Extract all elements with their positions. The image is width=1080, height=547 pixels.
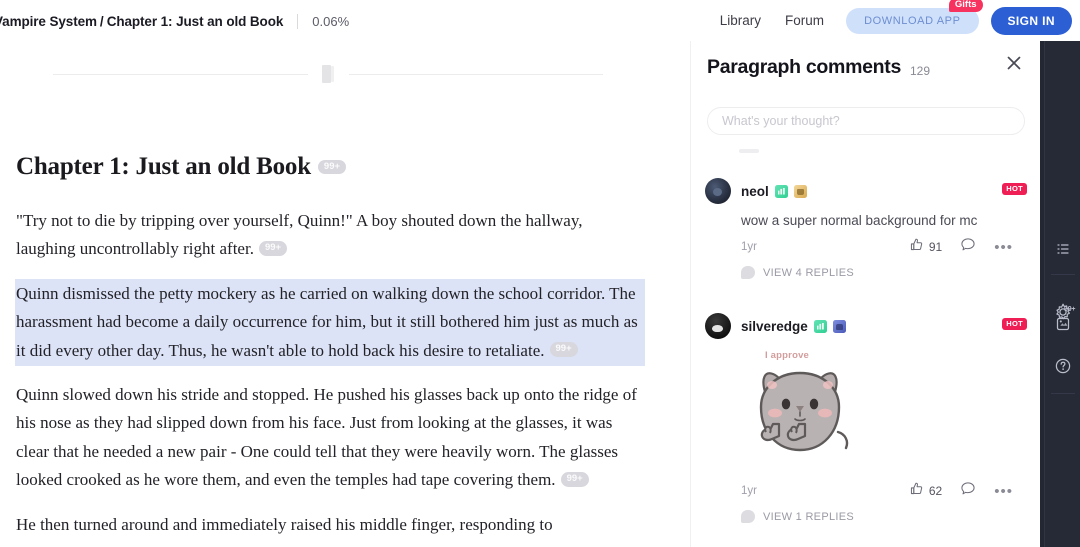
comment-timestamp: 1yr [741, 241, 757, 253]
reply-button[interactable] [960, 237, 976, 257]
user-badge-blue-icon [832, 319, 846, 333]
book-icon [321, 65, 335, 83]
comment-bubble-icon [960, 237, 976, 257]
download-app-wrapper: DOWNLOAD APP Gifts [846, 0, 983, 34]
replies-bubble-icon [741, 266, 755, 279]
view-replies-label: VIEW 4 REPLIES [763, 266, 855, 279]
paragraph-comments-panel: Paragraph comments 129 neol HOT wow a su [690, 41, 1040, 547]
replies-bubble-icon [741, 510, 755, 523]
comment-item: silveredge HOT I approve 1yr 62 ••• VIEW… [691, 312, 1040, 523]
paragraph-3-comment-badge[interactable]: 99+ [560, 472, 589, 487]
sticker-caption: I approve [765, 350, 810, 361]
comment-actions: 62 ••• [909, 481, 1013, 501]
breadcrumb-chapter-title[interactable]: Chapter 1: Just an old Book [107, 14, 284, 29]
comment-header: neol HOT [705, 177, 1027, 205]
help-circle-icon[interactable] [1051, 354, 1075, 378]
chapter-body: "Try not to die by tripping over yoursel… [16, 207, 644, 547]
reader-content: Chapter 1: Just an old Book 99+ "Try not… [0, 41, 690, 547]
header-actions: Library Forum DOWNLOAD APP Gifts SIGN IN [708, 0, 1072, 41]
breadcrumb-book-title[interactable]: Vampire System [0, 14, 97, 29]
chapter-list-icon[interactable] [1051, 237, 1075, 261]
paragraph-2[interactable]: Quinn dismissed the petty mockery as he … [16, 279, 644, 366]
comment-bubble-icon [960, 481, 976, 501]
close-icon[interactable] [1003, 52, 1025, 74]
view-replies-button[interactable]: VIEW 1 REPLIES [741, 510, 1027, 523]
user-badge-gold-icon [793, 184, 807, 198]
paragraph-4-text: He then turned around and immediately ra… [16, 514, 553, 534]
like-button[interactable]: 91 [909, 237, 942, 257]
paragraph-2-text: Quinn dismissed the petty mockery as he … [16, 283, 638, 360]
comment-header: silveredge HOT [705, 312, 1027, 340]
breadcrumb-vertical-divider [297, 14, 299, 29]
more-options-icon[interactable]: ••• [994, 484, 1013, 499]
chapter-top-divider [53, 65, 603, 83]
avatar[interactable] [705, 178, 731, 204]
comments-panel-header: Paragraph comments 129 [691, 41, 1040, 93]
comment-timestamp: 1yr [741, 485, 757, 497]
cat-thumbs-up-sticker-icon [759, 371, 849, 452]
breadcrumb-separator: / [99, 14, 104, 29]
like-count: 91 [928, 240, 943, 254]
paragraph-3[interactable]: Quinn slowed down his stride and stopped… [16, 381, 644, 495]
thumbs-up-icon [909, 237, 924, 257]
comment-sticker[interactable]: I approve [741, 344, 859, 474]
paragraph-1[interactable]: "Try not to die by tripping over yoursel… [16, 207, 644, 264]
comment-footer: 1yr 62 ••• [741, 482, 1013, 500]
avatar[interactable] [705, 313, 731, 339]
toolbar-divider-bottom [1051, 393, 1075, 394]
chapter-title-comment-badge[interactable]: 99+ [317, 159, 347, 175]
thumbs-up-icon [909, 481, 924, 501]
user-badge-green-icon [774, 184, 788, 198]
toolbar-divider-top [1051, 274, 1075, 275]
like-button[interactable]: 62 [909, 481, 942, 501]
comment-username[interactable]: neol [741, 184, 769, 199]
hot-badge: HOT [1002, 318, 1027, 330]
partially-scrolled-comment [739, 149, 759, 153]
comments-note-badge: 99+ [1064, 306, 1076, 313]
comment-item: neol HOT wow a super normal background f… [691, 177, 1040, 279]
view-replies-button[interactable]: VIEW 4 REPLIES [741, 266, 1027, 279]
nav-forum[interactable]: Forum [773, 13, 836, 28]
comments-list[interactable]: neol HOT wow a super normal background f… [691, 141, 1040, 547]
view-replies-label: VIEW 1 REPLIES [763, 510, 855, 523]
comments-panel-title: Paragraph comments [707, 55, 901, 78]
user-badge-green-icon [813, 319, 827, 333]
page-title: Chapter 1: Just an old Book [16, 153, 311, 180]
paragraph-3-text: Quinn slowed down his stride and stopped… [16, 385, 637, 490]
breadcrumb: Vampire System / Chapter 1: Just an old … [0, 14, 349, 29]
like-count: 62 [928, 484, 943, 498]
reply-button[interactable] [960, 481, 976, 501]
divider-line-right [348, 73, 603, 75]
app-header: Vampire System / Chapter 1: Just an old … [0, 0, 1080, 41]
comment-input[interactable] [707, 107, 1025, 135]
paragraph-4[interactable]: He then turned around and immediately ra… [16, 511, 644, 539]
gifts-badge: Gifts [948, 0, 983, 13]
hot-badge: HOT [1002, 183, 1027, 195]
right-toolbar: 99+ [1040, 41, 1080, 547]
sign-in-button[interactable]: SIGN IN [990, 6, 1072, 35]
paragraph-1-comment-badge[interactable]: 99+ [258, 241, 288, 256]
comments-total-count: 129 [910, 64, 931, 78]
comment-footer: 1yr 91 ••• [741, 238, 1013, 256]
chapter-title-row: Chapter 1: Just an old Book 99+ [16, 153, 656, 181]
more-options-icon[interactable]: ••• [994, 240, 1013, 255]
paragraph-2-comment-badge[interactable]: 99+ [549, 342, 578, 357]
paragraph-1-text: "Try not to die by tripping over yoursel… [16, 211, 583, 259]
reading-progress-percent: 0.06% [312, 14, 350, 29]
right-toolbar-inner: 99+ [1044, 41, 1080, 547]
comment-text: wow a super normal background for mc [741, 213, 978, 228]
comment-actions: 91 ••• [909, 237, 1013, 257]
reader-page: Vampire System / Chapter 1: Just an old … [0, 0, 1080, 547]
nav-library[interactable]: Library [708, 13, 773, 28]
divider-line-left [53, 73, 308, 75]
comments-note-icon[interactable]: 99+ [1051, 306, 1075, 335]
comment-username[interactable]: silveredge [741, 319, 808, 334]
